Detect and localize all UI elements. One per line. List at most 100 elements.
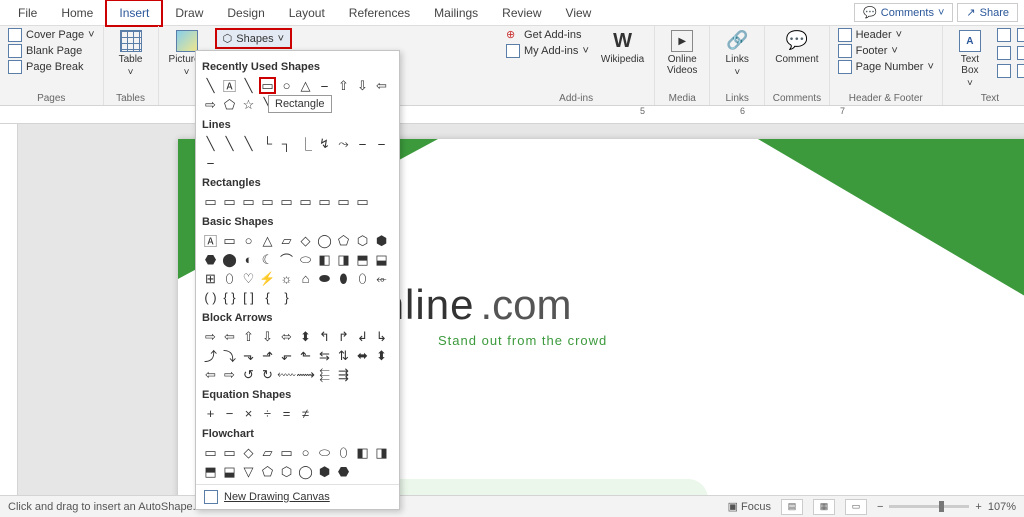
get-addins-button[interactable]: ⊕Get Add-ins	[504, 28, 591, 42]
header-button[interactable]: Header ˅	[836, 28, 936, 42]
my-addins-button[interactable]: My Add-ins ˅	[504, 44, 591, 58]
shape-item[interactable]: ◨	[335, 251, 352, 268]
shape-item[interactable]: ⬭	[297, 251, 314, 268]
shape-item[interactable]: ⬯	[221, 270, 238, 287]
shape-item[interactable]: ⎯	[316, 77, 333, 94]
shapes-button[interactable]: ⬡Shapes ˅	[215, 28, 292, 49]
shape-item[interactable]: }	[278, 289, 295, 306]
shape-item[interactable]: ↺	[240, 366, 257, 383]
shape-item[interactable]: ▱	[278, 232, 295, 249]
shape-item[interactable]: ⬒	[354, 251, 371, 268]
shape-item[interactable]: ⬓	[221, 463, 238, 480]
shape-item[interactable]: ⬢	[316, 463, 333, 480]
shape-item[interactable]: ×	[240, 405, 257, 422]
tab-review[interactable]: Review	[490, 1, 553, 25]
shape-item[interactable]: ⇧	[335, 77, 352, 94]
shape-item[interactable]: ╲	[202, 77, 219, 94]
shape-item[interactable]: ◧	[316, 251, 333, 268]
shape-item[interactable]: ⬐	[278, 347, 295, 364]
shape-item[interactable]: ⬄	[278, 328, 295, 345]
comments-button[interactable]: 💬Comments ˅	[854, 3, 953, 22]
shape-item[interactable]: 🄰	[221, 77, 238, 94]
shape-item[interactable]: ▭	[240, 193, 257, 210]
shape-item[interactable]: ◨	[373, 444, 390, 461]
shape-item[interactable]: ⌒	[278, 251, 295, 268]
shape-item[interactable]: ≠	[297, 405, 314, 422]
shape-item[interactable]: −	[221, 405, 238, 422]
tab-draw[interactable]: Draw	[163, 1, 215, 25]
shape-item[interactable]: ⚡	[259, 270, 276, 287]
shape-item[interactable]: ▭	[335, 193, 352, 210]
shape-item[interactable]: ⇧	[240, 328, 257, 345]
shape-item[interactable]: ▭	[278, 444, 295, 461]
shape-item[interactable]: ○	[240, 232, 257, 249]
shape-item[interactable]: ▭	[221, 193, 238, 210]
shape-item[interactable]: ☆	[240, 96, 257, 113]
shape-item[interactable]: ⎯	[202, 154, 219, 171]
shape-item[interactable]: ↳	[373, 328, 390, 345]
tab-home[interactable]: Home	[49, 1, 105, 25]
shape-item[interactable]: ⬠	[221, 96, 238, 113]
shape-item[interactable]: ⇦	[202, 366, 219, 383]
shape-item[interactable]: ▱	[259, 444, 276, 461]
shape-item[interactable]: ♡	[240, 270, 257, 287]
shape-item[interactable]: ⇩	[259, 328, 276, 345]
shape-item[interactable]: ⤵	[221, 347, 238, 364]
shape-item[interactable]: ⤳	[335, 135, 352, 152]
page-number-button[interactable]: Page Number ˅	[836, 60, 936, 74]
online-videos-button[interactable]: ▶Online Videos	[661, 28, 703, 78]
shape-item[interactable]: ⬯	[335, 444, 352, 461]
wordart-icon[interactable]	[997, 46, 1011, 60]
shape-item[interactable]: ◇	[240, 444, 257, 461]
footer-button[interactable]: Footer ˅	[836, 44, 936, 58]
shape-item[interactable]: ⇨	[202, 96, 219, 113]
document-canvas[interactable]: xcel X nline .com Stand out from the cro…	[18, 124, 1024, 495]
textbox-button[interactable]: AText Box˅	[949, 28, 991, 91]
table-button[interactable]: Table˅	[110, 28, 152, 80]
shape-item[interactable]: ↰	[316, 328, 333, 345]
shape-item[interactable]: ⬏	[259, 347, 276, 364]
shape-item[interactable]: ╲	[240, 135, 257, 152]
shape-item[interactable]: ╲	[240, 77, 257, 94]
shape-item[interactable]: ⬠	[335, 232, 352, 249]
shape-item[interactable]: △	[259, 232, 276, 249]
shape-item[interactable]: {	[259, 289, 276, 306]
shape-item[interactable]: ⇆	[316, 347, 333, 364]
shape-item[interactable]: ╲	[202, 135, 219, 152]
shape-item[interactable]: ⟿	[297, 366, 314, 383]
shape-item[interactable]: ◇	[297, 232, 314, 249]
shape-item[interactable]: ▭	[278, 193, 295, 210]
shape-item[interactable]: ⬑	[297, 347, 314, 364]
shape-item[interactable]: ⬓	[373, 251, 390, 268]
tab-insert[interactable]: Insert	[105, 0, 163, 27]
shape-item[interactable]: 🄰	[202, 232, 219, 249]
page-break-button[interactable]: Page Break	[6, 60, 97, 74]
shape-item[interactable]: └	[259, 135, 276, 152]
shape-item[interactable]: ▭	[202, 444, 219, 461]
shape-item[interactable]: ⊞	[202, 270, 219, 287]
shape-item[interactable]: ▭	[221, 444, 238, 461]
shape-item[interactable]: ▭	[316, 193, 333, 210]
shape-item[interactable]: ⬮	[335, 270, 352, 287]
wikipedia-button[interactable]: WWikipedia	[597, 28, 648, 67]
shape-item[interactable]: ⎿	[297, 135, 314, 152]
date-icon[interactable]	[1017, 46, 1024, 60]
dropcap-icon[interactable]	[997, 64, 1011, 78]
quickparts-icon[interactable]	[997, 28, 1011, 42]
shape-item[interactable]: ⬎	[240, 347, 257, 364]
shape-item[interactable]: ⬍	[297, 328, 314, 345]
shape-item[interactable]: ☼	[278, 270, 295, 287]
shape-item[interactable]: ÷	[259, 405, 276, 422]
shape-item[interactable]: ⬡	[278, 463, 295, 480]
shape-item[interactable]: ⬱	[316, 366, 333, 383]
shape-item[interactable]: ↻	[259, 366, 276, 383]
zoom-control[interactable]: − + 107%	[877, 501, 1016, 513]
zoom-in-icon[interactable]: +	[975, 501, 981, 513]
shape-item[interactable]: ⌂	[297, 270, 314, 287]
object-icon[interactable]	[1017, 64, 1024, 78]
zoom-out-icon[interactable]: −	[877, 501, 883, 513]
shape-item[interactable]: ◯	[297, 463, 314, 480]
view-print[interactable]: ▦	[813, 499, 835, 515]
shape-item[interactable]: ◯	[316, 232, 333, 249]
shape-item[interactable]: { }	[221, 289, 238, 306]
